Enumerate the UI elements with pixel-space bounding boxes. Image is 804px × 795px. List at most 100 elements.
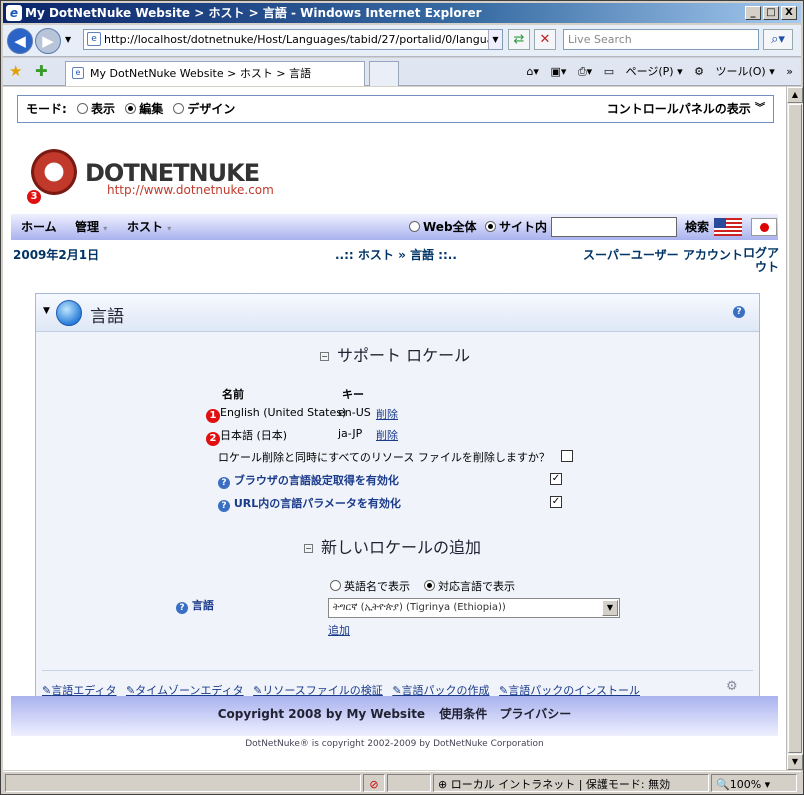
search-scope-web[interactable]: Web全体 (409, 214, 477, 240)
control-panel-toggle[interactable]: コントロールパネルの表示 ︾ (607, 96, 765, 122)
feeds-icon[interactable]: ▣▾ (550, 65, 566, 78)
zoom-control[interactable]: 🔍100% ▾ (711, 774, 797, 792)
browser-lang-checkbox[interactable]: ✓ (550, 473, 562, 485)
search-input[interactable]: Live Search (563, 29, 759, 50)
display-english-option[interactable]: 英語名で表示 (330, 578, 410, 594)
language-label: ? 言語 (176, 597, 214, 614)
home-icon[interactable]: ⌂▾ (526, 65, 539, 78)
mode-bar: モード: 表示 編集 デザイン コントロールパネルの表示 ︾ (17, 95, 774, 123)
menu-admin[interactable]: 管理 ▾ (75, 214, 107, 242)
footer-bar: Copyright 2008 by My Website 使用条件 プライバシー (11, 696, 778, 736)
minimize-button[interactable]: _ (745, 6, 761, 20)
address-text: http://localhost/dotnetnuke/Host/Languag… (104, 33, 503, 46)
back-icon[interactable]: ◀ (7, 28, 33, 54)
logo-url: http://www.dotnetnuke.com (107, 183, 274, 197)
search-scope-site[interactable]: サイト内 (485, 214, 547, 240)
module-settings-icon[interactable]: ⚙ (726, 679, 738, 694)
vertical-scrollbar[interactable]: ▲ ▼ (786, 87, 803, 770)
add-locale-link[interactable]: 追加 (328, 622, 350, 638)
current-date: 2009年2月1日 (13, 248, 100, 262)
locale-row: 2 日本語 (日本) (206, 427, 287, 446)
search-go-icon[interactable]: ⌕▾ (763, 29, 793, 50)
favorites-star-icon[interactable]: ★ (9, 62, 22, 80)
address-bar[interactable]: e http://localhost/dotnetnuke/Host/Langu… (83, 29, 503, 50)
close-button[interactable]: X (781, 6, 797, 20)
maximize-button[interactable]: □ (763, 6, 779, 20)
display-native-option[interactable]: 対応言語で表示 (424, 578, 515, 594)
print-icon[interactable]: ⎙▾ (578, 65, 592, 78)
delete-en-us-link[interactable]: 削除 (376, 406, 398, 422)
scroll-up-icon[interactable]: ▲ (787, 87, 803, 103)
popup-blocked-icon[interactable]: ⊘ (363, 774, 385, 792)
security-zone[interactable]: ⊕ ローカル イントラネット | 保護モード: 無効 (433, 774, 709, 792)
tab-title: My DotNetNuke Website > ホスト > 言語 (90, 67, 312, 80)
tab-bar: ★ ✚ e My DotNetNuke Website > ホスト > 言語 ⌂… (3, 58, 801, 86)
scroll-thumb[interactable] (788, 104, 802, 753)
callout-badge-3: 3 (27, 190, 41, 204)
module-header: ▼ 言語 ? (36, 294, 759, 332)
title-bar: e My DotNetNuke Website > ホスト > 言語 - Win… (3, 3, 801, 23)
terms-link[interactable]: 使用条件 (439, 707, 487, 721)
mode-design-radio[interactable] (173, 103, 185, 114)
site-logo[interactable]: DOTNETNUKE http://www.dotnetnuke.com 3 (27, 149, 281, 204)
main-menu: ホーム 管理 ▾ ホスト ▾ Web全体 サイト内 検索 (11, 214, 778, 240)
col-name-header: 名前 (222, 388, 244, 401)
mode-edit-radio[interactable] (125, 103, 137, 114)
flag-us-icon[interactable] (714, 218, 742, 236)
tab-page-icon: e (72, 67, 84, 79)
active-tab[interactable]: e My DotNetNuke Website > ホスト > 言語 (65, 61, 365, 86)
date-bar: 2009年2月1日 ..:: ホスト » 言語 ::.. スーパーユーザー アカ… (13, 246, 779, 280)
tools-menu[interactable]: ⚙ ツール(O) ▾ (694, 65, 775, 78)
user-account-link[interactable]: スーパーユーザー アカウント (583, 246, 743, 263)
languages-module: ▼ 言語 ? − サポート ロケール 名前 キー 1 English (United… (35, 293, 760, 708)
dnn-gear-icon (31, 149, 77, 195)
help-icon: ? (218, 500, 230, 512)
locale-name: English (United States) (220, 406, 347, 419)
collapse-icon: − (320, 352, 329, 361)
module-title: 言語 (90, 307, 124, 327)
url-lang-checkbox[interactable]: ✓ (550, 496, 562, 508)
toolbar-more-icon[interactable]: » (786, 65, 793, 78)
help-icon: ? (176, 602, 188, 614)
window-title: My DotNetNuke Website > ホスト > 言語 - Windo… (25, 6, 482, 20)
flag-jp-icon[interactable] (751, 218, 777, 236)
zoom-icon: 🔍 (716, 778, 730, 791)
address-dropdown-icon[interactable]: ▼ (488, 30, 502, 49)
mode-view-label: 表示 (91, 102, 116, 116)
command-bar: ⌂▾ ▣▾ ⎙▾ ▭ ページ(P) ▾ ⚙ ツール(O) ▾ » (518, 63, 793, 81)
module-help-icon[interactable]: ? (733, 306, 745, 318)
language-select[interactable]: ትግርኛ (ኢትዮጵያ) (Tigrinya (Ethiopia)) ▼ (328, 598, 620, 618)
forward-icon[interactable]: ▶ (35, 28, 61, 54)
page-icon: e (87, 32, 101, 46)
privacy-link[interactable]: プライバシー (499, 707, 571, 721)
page-content: モード: 表示 編集 デザイン コントロールパネルの表示 ︾ DOTNETNUK… (3, 87, 786, 770)
locale-row: 1 English (United States) (206, 406, 346, 423)
menu-home[interactable]: ホーム (21, 214, 57, 240)
language-select-value: ትግርኛ (ኢትዮጵያ) (Tigrinya (Ethiopia)) (333, 602, 506, 613)
menu-host[interactable]: ホスト ▾ (127, 214, 171, 242)
page-menu[interactable]: ▭ ページ(P) ▾ (604, 65, 683, 78)
new-tab-button[interactable] (369, 61, 399, 86)
module-menu-icon[interactable]: ▼ (43, 306, 50, 316)
site-search-input[interactable] (551, 217, 677, 237)
logout-link[interactable]: ログアウト (743, 246, 779, 274)
browser-lang-label: ? ブラウザの言語設定取得を有効化 (218, 472, 399, 489)
status-text (5, 774, 361, 792)
scroll-down-icon[interactable]: ▼ (787, 754, 803, 770)
support-locale-section[interactable]: − サポート ロケール (320, 342, 470, 366)
history-dropdown-icon[interactable]: ▼ (65, 35, 71, 44)
delete-ja-jp-link[interactable]: 削除 (376, 427, 398, 443)
add-locale-section[interactable]: − 新しいロケールの追加 (304, 534, 481, 558)
mode-view-radio[interactable] (77, 103, 88, 114)
dnn-copyright[interactable]: DotNetNuke® is copyright 2002-2009 by Do… (11, 739, 778, 749)
mode-label: モード: (26, 102, 67, 116)
status-cell (387, 774, 431, 792)
add-favorite-icon[interactable]: ✚ (35, 62, 48, 80)
collapse-icon: − (304, 544, 313, 553)
site-search-button[interactable]: 検索 (685, 214, 709, 240)
delete-resources-label: ロケール削除と同時にすべてのリソース ファイルを削除しますか？ (218, 451, 550, 464)
delete-resources-checkbox[interactable] (561, 450, 573, 462)
stop-icon[interactable]: ✕ (534, 29, 556, 50)
locale-name: 日本語 (日本) (220, 429, 288, 442)
refresh-icon[interactable]: ⇄ (508, 29, 530, 50)
